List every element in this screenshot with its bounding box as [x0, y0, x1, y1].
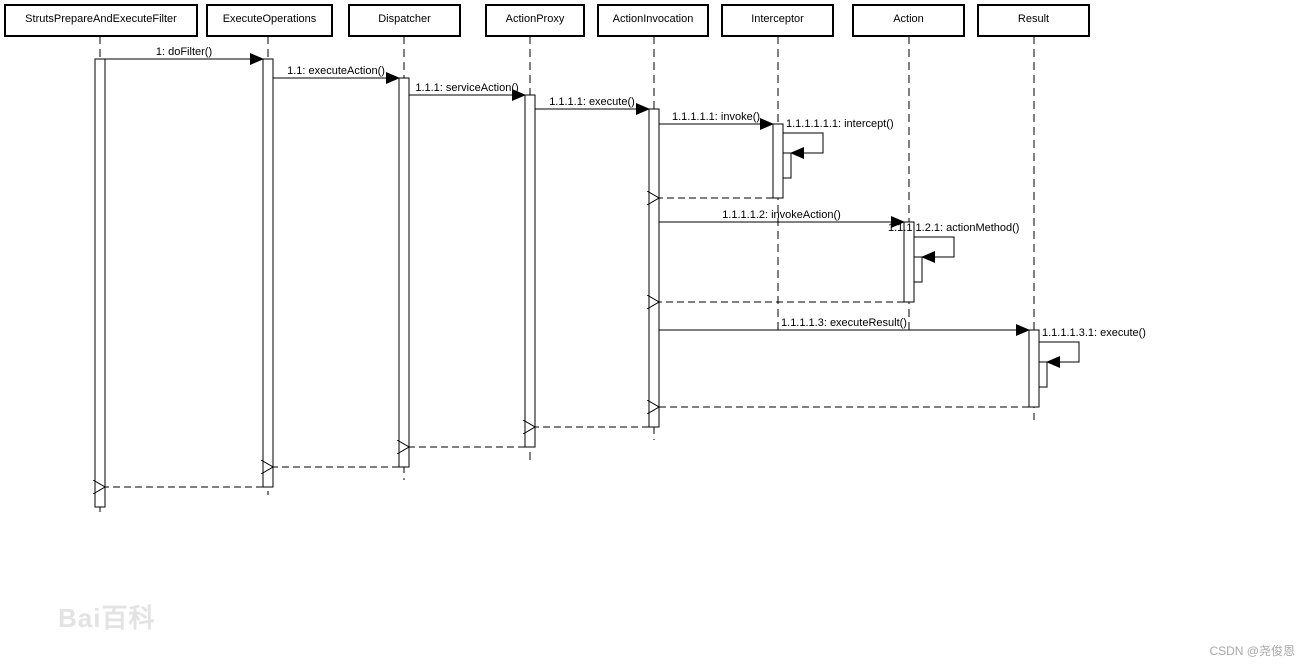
- participant-label: Action: [893, 13, 924, 25]
- sequence-diagram: StrutsPrepareAndExecuteFilter ExecuteOper…: [0, 0, 1307, 667]
- activation-bar: [903, 221, 915, 303]
- activation-bar: [524, 94, 536, 448]
- activation-bar: [262, 58, 274, 488]
- message-label: 1.1.1.1.1.1: intercept(): [786, 118, 894, 130]
- message-label: 1.1.1.1.2: invokeAction(): [722, 209, 841, 221]
- participant-label: Interceptor: [751, 13, 804, 25]
- self-message-arrow: [914, 236, 955, 263]
- message-label: 1.1.1: serviceAction(): [415, 82, 518, 94]
- participant-label: ActionProxy: [506, 13, 565, 25]
- self-message-arrow: [1039, 341, 1080, 368]
- message-label: 1.1.1.1.3.1: execute(): [1042, 327, 1146, 339]
- participant-label: Dispatcher: [378, 13, 431, 25]
- activation-bar: [772, 123, 784, 199]
- activation-bar: [94, 58, 106, 508]
- nested-activation-bar: [782, 152, 792, 179]
- self-message-arrow: [783, 132, 824, 159]
- activation-bar: [648, 108, 660, 428]
- activation-bar: [1028, 329, 1040, 408]
- message-label: 1.1.1.1.1: invoke(): [672, 111, 760, 123]
- message-label: 1.1.1.1: execute(): [549, 96, 635, 108]
- activation-bar: [398, 77, 410, 468]
- participant-label: ActionInvocation: [613, 13, 694, 25]
- message-label: 1.1: executeAction(): [287, 65, 385, 77]
- csdn-watermark: CSDN @尧俊恩: [1209, 644, 1295, 658]
- participant-label: ExecuteOperations: [223, 13, 317, 25]
- participant-label: StrutsPrepareAndExecuteFilter: [25, 13, 177, 25]
- message-label: 1.1.1.1.3: executeResult(): [781, 317, 907, 329]
- nested-activation-bar: [913, 256, 923, 283]
- participant-label: Result: [1018, 13, 1049, 25]
- baidu-watermark: Bai百科: [58, 603, 156, 633]
- nested-activation-bar: [1038, 361, 1048, 388]
- diagram-canvas: StrutsPrepareAndExecuteFilter ExecuteOper…: [4, 4, 1146, 515]
- message-label: 1: doFilter(): [156, 46, 212, 58]
- message-label: 1.1.1.1.2.1: actionMethod(): [888, 222, 1019, 234]
